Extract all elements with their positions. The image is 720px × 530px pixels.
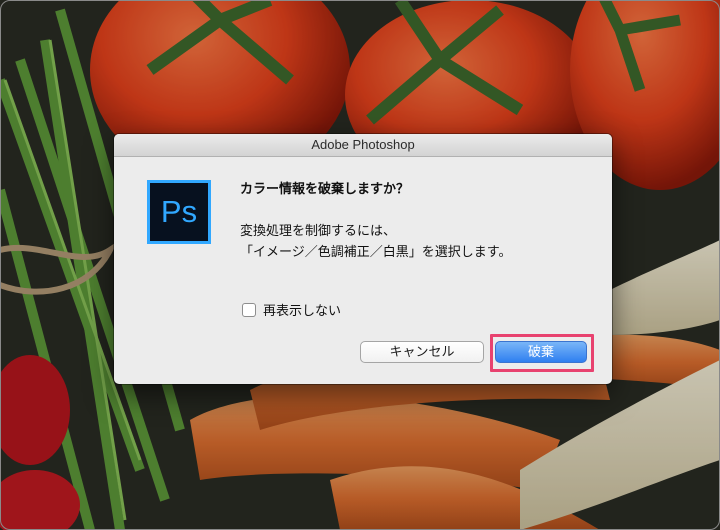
cancel-button[interactable]: キャンセル <box>360 341 484 363</box>
photoshop-icon-text: Ps <box>160 194 198 229</box>
dont-show-again-label[interactable]: 再表示しない <box>263 300 341 319</box>
dont-show-again-row[interactable]: 再表示しない <box>242 300 341 319</box>
dialog-message-line2: 「イメージ／色調補正／白黒」を選択します。 <box>240 245 512 260</box>
dialog-question: カラー情報を破棄しますか？ <box>240 182 410 197</box>
dialog-message-line1: 変換処理を制御するには、 <box>240 224 397 239</box>
dont-show-again-checkbox[interactable] <box>242 302 256 317</box>
photoshop-icon: Ps <box>147 180 211 244</box>
dialog-titlebar: Adobe Photoshop <box>114 134 612 157</box>
discard-button-highlight <box>490 334 594 372</box>
